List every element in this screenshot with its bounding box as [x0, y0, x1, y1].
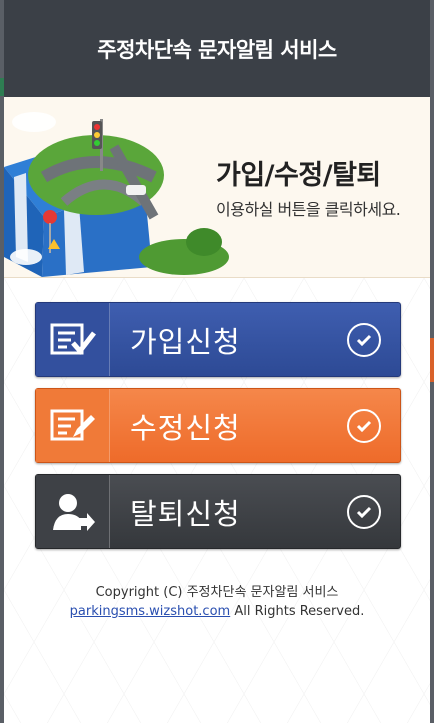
service-modal: 주정차단속 문자알림 서비스 가입/수정/탈퇴 이용하실 버튼을 클릭하세요. …: [4, 0, 430, 723]
footer-links: parkingsms.wizshot.com All Rights Reserv…: [4, 602, 430, 621]
check-icon: [327, 389, 400, 462]
banner: 가입/수정/탈퇴 이용하실 버튼을 클릭하세요.: [4, 97, 430, 278]
withdraw-button[interactable]: 탈퇴신청: [35, 474, 401, 549]
banner-subtitle: 이용하실 버튼을 클릭하세요.: [216, 200, 401, 219]
modal-title: 주정차단속 문자알림 서비스: [97, 37, 337, 62]
rights-text: All Rights Reserved.: [230, 604, 365, 619]
backdrop-accent-right: [430, 338, 434, 382]
document-check-icon: [36, 303, 110, 376]
join-button-label: 가입신청: [130, 324, 241, 359]
footer: Copyright (C) 주정차단속 문자알림 서비스 parkingsms.…: [4, 583, 430, 621]
check-icon: [327, 475, 400, 548]
document-edit-icon: [36, 389, 110, 462]
copyright-text: Copyright (C) 주정차단속 문자알림 서비스: [95, 585, 339, 600]
modify-button[interactable]: 수정신청: [35, 388, 401, 463]
join-button[interactable]: 가입신청: [35, 302, 401, 377]
modify-button-label: 수정신청: [130, 410, 241, 445]
button-area: 가입신청 수정신청 탈퇴신청 Copyright (C) 주정차단속 문자알림 …: [4, 278, 430, 723]
withdraw-button-label: 탈퇴신청: [130, 496, 241, 531]
modal-header: 주정차단속 문자알림 서비스: [4, 0, 430, 97]
user-leave-icon: [36, 475, 110, 548]
check-icon: [327, 303, 400, 376]
banner-text: 가입/수정/탈퇴 이용하실 버튼을 클릭하세요.: [216, 153, 401, 220]
banner-title: 가입/수정/탈퇴: [216, 160, 381, 191]
traffic-gift-box-illustration: [4, 112, 229, 277]
site-link[interactable]: parkingsms.wizshot.com: [70, 604, 231, 619]
